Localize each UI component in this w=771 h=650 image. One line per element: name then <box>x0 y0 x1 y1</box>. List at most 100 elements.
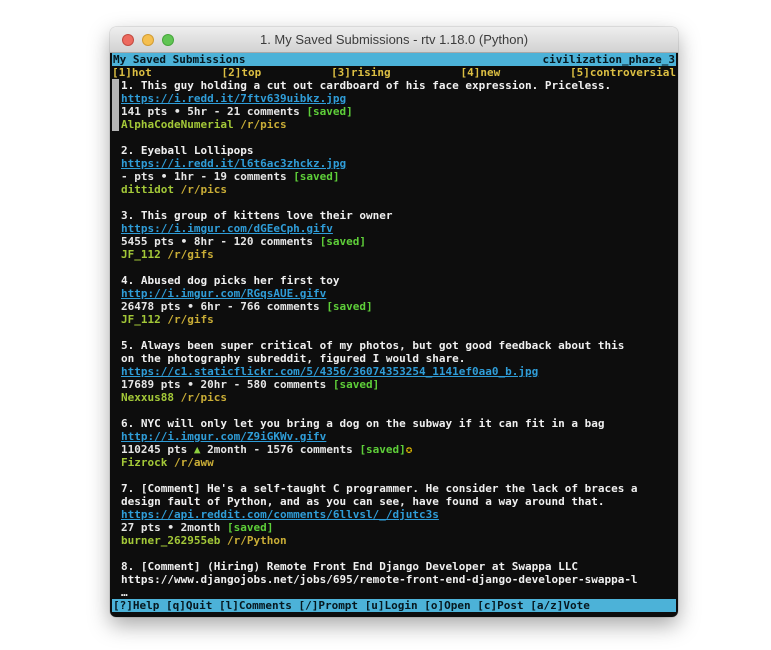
terminal-content: My Saved Submissions civilization_phaze_… <box>110 53 678 617</box>
post-author: JF_112 <box>121 313 161 326</box>
post-byline: Fizrock /r/aww <box>121 456 676 469</box>
stats-text: 17689 pts • 20hr - 580 comments <box>121 378 333 391</box>
post-7[interactable]: 7. [Comment] He's a self-taught C progra… <box>121 482 676 547</box>
post-subreddit: /r/gifs <box>167 313 213 326</box>
post-3[interactable]: 3. This group of kittens love their owne… <box>121 209 676 261</box>
stats-text: 2month - 1576 comments <box>200 443 359 456</box>
window-title: 1. My Saved Submissions - rtv 1.18.0 (Py… <box>110 27 678 52</box>
post-stats: 5455 pts • 8hr - 120 comments [saved] <box>121 235 676 248</box>
saved-badge: [saved] <box>333 378 379 391</box>
post-subreddit: /r/pics <box>181 183 227 196</box>
help-item-lcomments[interactable]: [l]Comments <box>219 599 292 612</box>
post-subreddit: /r/Python <box>227 534 287 547</box>
post-byline: JF_112 /r/gifs <box>121 313 676 326</box>
post-subreddit: /r/aww <box>174 456 214 469</box>
post-stats: 141 pts • 5hr - 21 comments [saved] <box>121 105 676 118</box>
post-subreddit: /r/pics <box>240 118 286 131</box>
tab-2top[interactable]: [2]top <box>222 66 262 79</box>
post-title-line: … <box>121 586 676 599</box>
post-list: 1. This guy holding a cut out cardboard … <box>112 79 676 599</box>
saved-badge: [saved] <box>320 235 366 248</box>
post-1[interactable]: 1. This guy holding a cut out cardboard … <box>121 79 676 131</box>
post-stats: 27 pts • 2month [saved] <box>121 521 676 534</box>
desktop-background: 1. My Saved Submissions - rtv 1.18.0 (Py… <box>0 0 771 650</box>
page-title: My Saved Submissions <box>113 53 245 66</box>
saved-badge: [saved] <box>293 170 339 183</box>
post-byline: dittidot /r/pics <box>121 183 676 196</box>
post-author: JF_112 <box>121 248 161 261</box>
post-author: Nexxus88 <box>121 391 174 404</box>
post-author: AlphaCodeNumerial <box>121 118 234 131</box>
post-4[interactable]: 4. Abused dog picks her first toyhttp://… <box>121 274 676 326</box>
post-byline: Nexxus88 /r/pics <box>121 391 676 404</box>
stats-text: 26478 pts • 6hr - 766 comments <box>121 300 326 313</box>
help-item-prompt[interactable]: [/]Prompt <box>298 599 358 612</box>
post-title-line: on the photography subreddit, figured I … <box>121 352 676 365</box>
help-item-oopen[interactable]: [o]Open <box>424 599 470 612</box>
post-5[interactable]: 5. Always been super critical of my phot… <box>121 339 676 404</box>
post-link[interactable]: https://i.imgur.com/dGEeCph.gifv <box>121 222 676 235</box>
post-title-line: 8. [Comment] (Hiring) Remote Front End D… <box>121 560 676 573</box>
post-stats: - pts • 1hr - 19 comments [saved] <box>121 170 676 183</box>
saved-badge: [saved] <box>326 300 372 313</box>
post-title-line: 6. NYC will only let you bring a dog on … <box>121 417 676 430</box>
post-author: dittidot <box>121 183 174 196</box>
post-author: Fizrock <box>121 456 167 469</box>
post-title-line: design fault of Python, and as you can s… <box>121 495 676 508</box>
status-header: My Saved Submissions civilization_phaze_… <box>112 53 676 66</box>
post-link[interactable]: http://i.imgur.com/Z9iGKWv.gifv <box>121 430 676 443</box>
stats-text: 110245 pts <box>121 443 194 456</box>
stats-text: - pts • 1hr - 19 comments <box>121 170 293 183</box>
post-8[interactable]: 8. [Comment] (Hiring) Remote Front End D… <box>121 560 676 599</box>
stats-text: 141 pts • 5hr - 21 comments <box>121 105 306 118</box>
logged-in-username: civilization_phaze_3 <box>543 53 675 66</box>
saved-badge: [saved] <box>306 105 352 118</box>
post-title-line: 1. This guy holding a cut out cardboard … <box>121 79 676 92</box>
post-title-line: 2. Eyeball Lollipops <box>121 144 676 157</box>
tab-1hot[interactable]: [1]hot <box>112 66 152 79</box>
stats-text: 5455 pts • 8hr - 120 comments <box>121 235 320 248</box>
post-link[interactable]: https://i.redd.it/l6t6ac3zhckz.jpg <box>121 157 676 170</box>
minimize-button[interactable] <box>142 34 154 46</box>
saved-badge: [saved] <box>359 443 405 456</box>
post-link[interactable]: https://i.redd.it/7ftv639uibkz.jpg <box>121 92 676 105</box>
post-stats: 17689 pts • 20hr - 580 comments [saved] <box>121 378 676 391</box>
stats-text: 27 pts • 2month <box>121 521 227 534</box>
post-subreddit: /r/gifs <box>167 248 213 261</box>
tab-3rising[interactable]: [3]rising <box>331 66 391 79</box>
saved-badge: [saved] <box>227 521 273 534</box>
post-link[interactable]: https://c1.staticflickr.com/5/4356/36074… <box>121 365 676 378</box>
zoom-button[interactable] <box>162 34 174 46</box>
post-author: burner_262955eb <box>121 534 220 547</box>
post-byline: burner_262955eb /r/Python <box>121 534 676 547</box>
post-title-line: 5. Always been super critical of my phot… <box>121 339 676 352</box>
help-item-cpost[interactable]: [c]Post <box>477 599 523 612</box>
post-link[interactable]: http://i.imgur.com/RGqsAUE.gifv <box>121 287 676 300</box>
post-6[interactable]: 6. NYC will only let you bring a dog on … <box>121 417 676 469</box>
traffic-lights <box>122 34 174 46</box>
post-title-line: https://www.djangojobs.net/jobs/695/remo… <box>121 573 676 586</box>
post-byline: JF_112 /r/gifs <box>121 248 676 261</box>
post-link[interactable]: https://api.reddit.com/comments/6llvsl/_… <box>121 508 676 521</box>
selection-cursor <box>112 79 119 131</box>
gilded-icon: ✪ <box>406 443 413 456</box>
sort-tabs: [1]hot [2]top [3]rising [4]new [5]controvers… <box>112 66 676 79</box>
post-stats: 110245 pts ▲ 2month - 1576 comments [sav… <box>121 443 676 456</box>
post-title-line: 4. Abused dog picks her first toy <box>121 274 676 287</box>
help-item-ulogin[interactable]: [u]Login <box>365 599 418 612</box>
terminal-window: 1. My Saved Submissions - rtv 1.18.0 (Py… <box>110 27 678 617</box>
help-item-qquit[interactable]: [q]Quit <box>166 599 212 612</box>
close-button[interactable] <box>122 34 134 46</box>
post-title-line: 7. [Comment] He's a self-taught C progra… <box>121 482 676 495</box>
help-bar: [?]Help [q]Quit [l]Comments [/]Prompt [u… <box>112 599 676 612</box>
post-title-line: 3. This group of kittens love their owne… <box>121 209 676 222</box>
help-item-azvote[interactable]: [a/z]Vote <box>530 599 590 612</box>
post-subreddit: /r/pics <box>181 391 227 404</box>
help-item-help[interactable]: [?]Help <box>113 599 159 612</box>
tab-4new[interactable]: [4]new <box>460 66 500 79</box>
post-byline: AlphaCodeNumerial /r/pics <box>121 118 676 131</box>
post-stats: 26478 pts • 6hr - 766 comments [saved] <box>121 300 676 313</box>
post-2[interactable]: 2. Eyeball Lollipopshttps://i.redd.it/l6… <box>121 144 676 196</box>
tab-5controversial[interactable]: [5]controversial <box>570 66 676 79</box>
window-titlebar[interactable]: 1. My Saved Submissions - rtv 1.18.0 (Py… <box>110 27 678 53</box>
